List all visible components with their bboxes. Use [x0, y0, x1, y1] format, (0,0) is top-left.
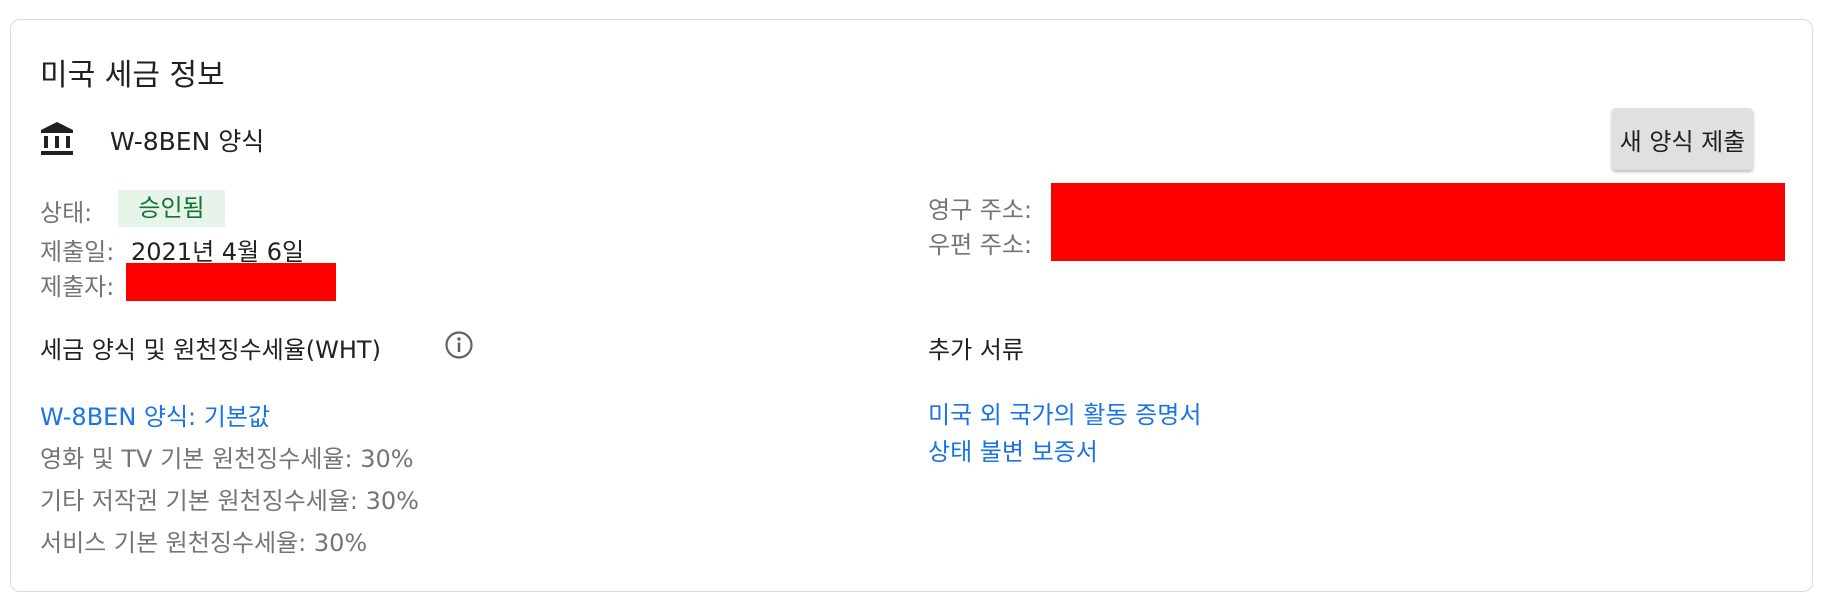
status-label: 상태:	[40, 199, 93, 227]
page-title: 미국 세금 정보	[40, 58, 225, 93]
submit-new-form-button[interactable]: 새 양식 제출	[1612, 108, 1753, 170]
address-redacted	[1051, 183, 1785, 261]
additional-docs-heading: 추가 서류	[928, 336, 1024, 364]
foreign-activity-certificate-link[interactable]: 미국 외 국가의 활동 증명서	[928, 395, 1201, 430]
status-badge: 승인됨	[118, 190, 225, 227]
tax-section-heading: 세금 양식 및 원천징수세율(WHT)	[40, 336, 381, 364]
submitter-label: 제출자:	[40, 273, 115, 301]
no-change-statement-link[interactable]: 상태 불변 보증서	[928, 432, 1098, 467]
w8ben-form-link[interactable]: W-8BEN 양식: 기본값	[40, 397, 270, 432]
bank-icon	[40, 121, 74, 157]
info-icon[interactable]	[444, 330, 474, 360]
submitted-date-label: 제출일:	[40, 238, 115, 266]
withholding-rate-film-tv: 영화 및 TV 기본 원천징수세율: 30%	[40, 445, 414, 473]
submitted-date-value: 2021년 4월 6일	[131, 238, 305, 266]
mailing-address-label: 우편 주소:	[928, 231, 1033, 259]
permanent-address-label: 영구 주소:	[928, 196, 1033, 224]
submitter-redacted	[126, 263, 336, 301]
form-name: W-8BEN 양식	[110, 127, 265, 156]
withholding-rate-services: 서비스 기본 원천징수세율: 30%	[40, 529, 368, 557]
withholding-rate-other-copyright: 기타 저작권 기본 원천징수세율: 30%	[40, 487, 419, 515]
